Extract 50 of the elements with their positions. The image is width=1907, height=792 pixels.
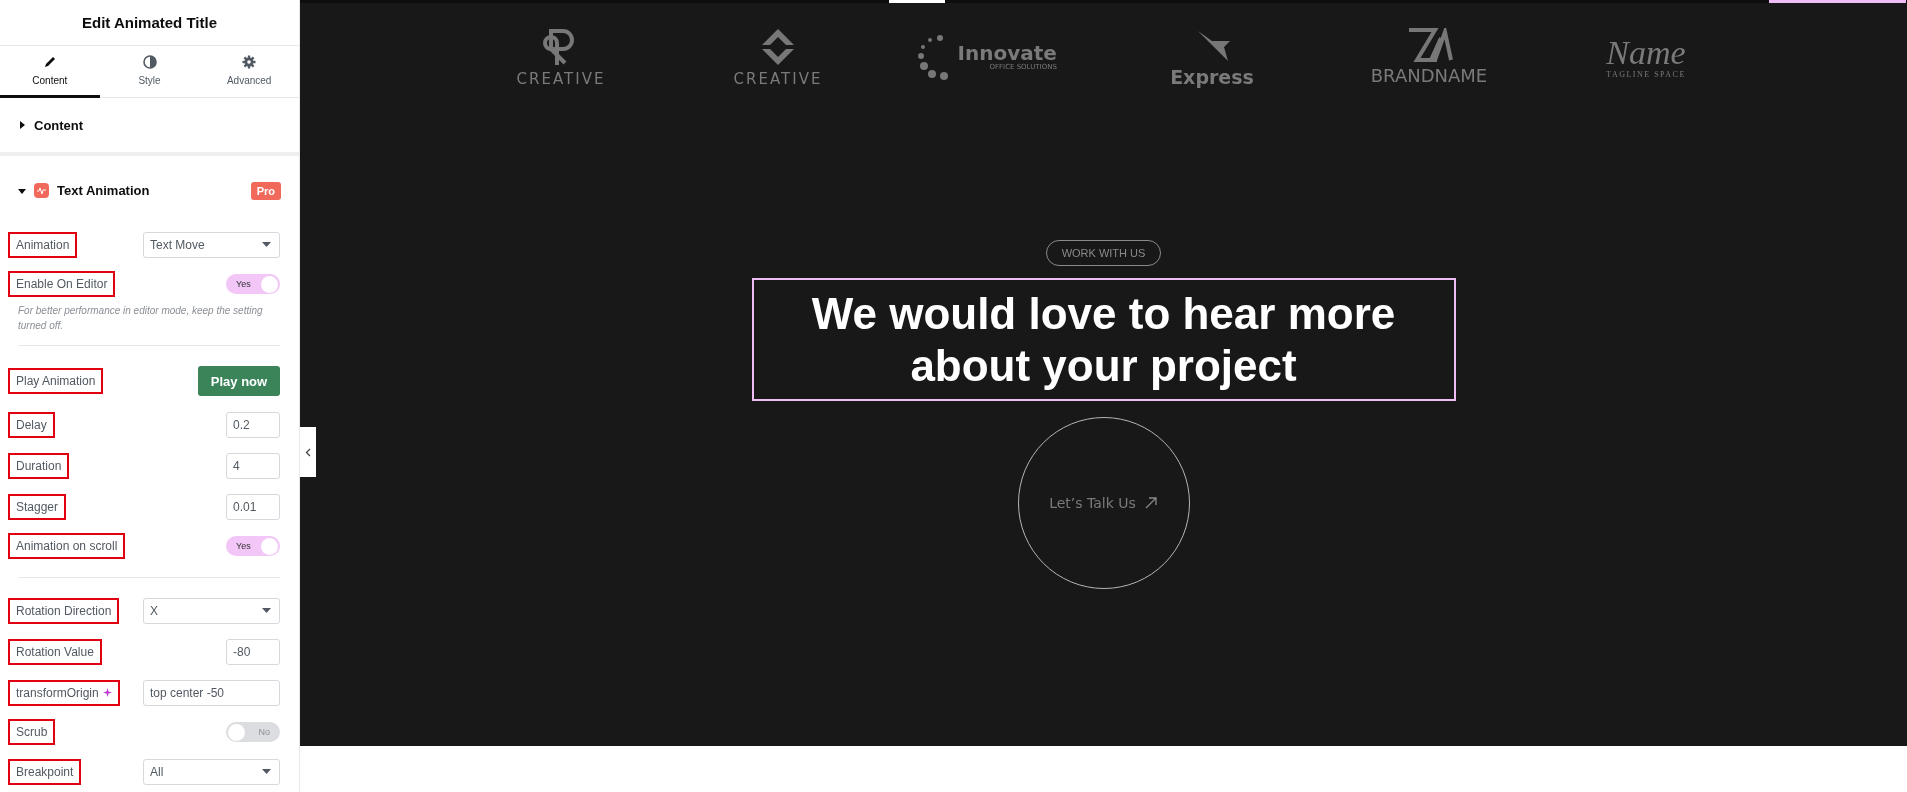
logo-text: CREATIVE [733, 70, 823, 88]
number-field[interactable]: 0.01 [226, 493, 280, 520]
animation-icon [34, 183, 49, 199]
setting-label: transformOrigin [8, 679, 120, 706]
chevron-left-icon [305, 447, 311, 457]
select-field[interactable]: Text Move [143, 231, 280, 258]
number-field[interactable]: 4 [226, 452, 280, 479]
hint-text: For better performance in editor mode, keep the setting turned off. [17, 304, 264, 333]
collapse-handle[interactable] [300, 427, 316, 477]
panel-tab[interactable]: Advanced [199, 45, 299, 99]
text-field[interactable]: top center -50 [143, 679, 280, 706]
contrast-icon [142, 55, 157, 69]
caret-icon [262, 608, 271, 613]
number-field[interactable]: -80 [226, 638, 280, 665]
toggle-switch[interactable]: Yes [226, 274, 280, 294]
setting-label: Animation on scroll [8, 533, 126, 559]
select-field[interactable]: All [143, 758, 280, 785]
setting-label: Rotation Value [8, 638, 102, 665]
logo-tagline: TAGLINE SPACE [1606, 71, 1686, 81]
setting-label: Enable On Editor [8, 271, 116, 297]
logo-text: Innovate [957, 42, 1057, 65]
logo-text: CREATIVE [516, 70, 606, 88]
setting-label: Animation [8, 231, 78, 258]
setting-label: Breakpoint [8, 758, 82, 785]
logo-text: Express [1170, 66, 1254, 88]
caret-icon [18, 186, 26, 195]
logo-text: BRANDNAME [1370, 66, 1488, 86]
settings-icon [242, 55, 257, 69]
setting-label: Rotation Direction [8, 597, 120, 624]
setting-label: Duration [8, 452, 70, 479]
play-button[interactable]: Play now [198, 366, 280, 396]
pro-badge: Pro [250, 181, 281, 200]
toggle-switch[interactable]: Yes [226, 536, 280, 556]
caret-icon [18, 121, 26, 129]
setting-label: Delay [8, 411, 55, 438]
setting-label: Play Animation [8, 368, 104, 394]
caret-icon [262, 242, 271, 247]
section-header[interactable]: Text Animation Pro [0, 155, 299, 226]
select-field[interactable]: X [143, 597, 280, 624]
panel-tab[interactable]: Style [99, 45, 200, 99]
panel-title: Edit Animated Title [82, 13, 217, 31]
pencil-icon [42, 55, 57, 69]
arrow-icon [1143, 496, 1158, 510]
setting-label: Scrub [8, 719, 56, 745]
heading: We would love to hear more about your project [751, 278, 1456, 401]
caret-icon [262, 769, 271, 774]
number-field[interactable]: 0.2 [226, 411, 280, 438]
panel-tab[interactable]: Content [0, 45, 100, 99]
logo-text: Name [1606, 33, 1686, 71]
setting-label: Stagger [8, 493, 67, 520]
